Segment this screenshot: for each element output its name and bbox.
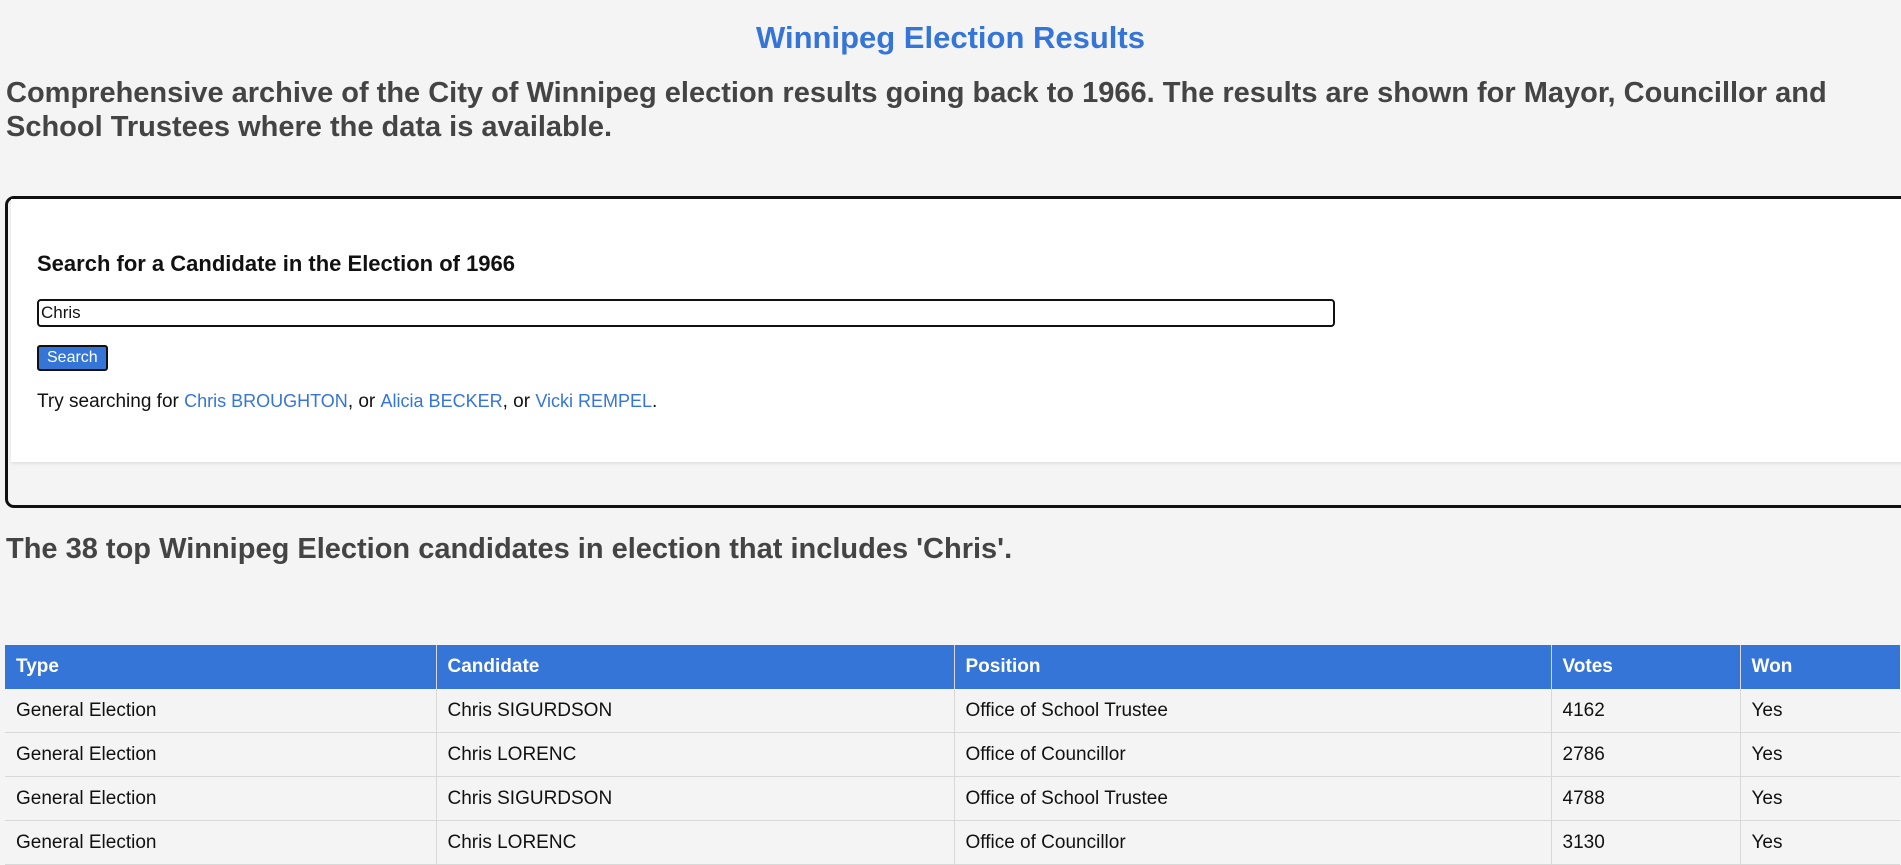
table-row: General Election Chris LORENC Office of …: [5, 820, 1900, 865]
cell-candidate: Chris LORENC: [436, 732, 955, 777]
cell-won: Yes: [1740, 820, 1900, 865]
table-row: General Election Chris SIGURDSON Office …: [5, 689, 1900, 733]
cell-votes: 4788: [1551, 776, 1741, 821]
cell-candidate: Chris SIGURDSON: [436, 776, 955, 821]
cell-type: General Election: [5, 820, 437, 865]
suggestion-link-becker[interactable]: Alicia BECKER: [381, 391, 503, 411]
search-suggestions: Try searching for Chris BROUGHTON, or Al…: [37, 391, 657, 413]
cell-votes: 2786: [1551, 732, 1741, 777]
cell-won: Yes: [1740, 776, 1900, 821]
cell-type: General Election: [5, 732, 437, 777]
table-row: General Election Chris LORENC Office of …: [5, 732, 1900, 777]
cell-candidate: Chris SIGURDSON: [436, 689, 955, 733]
cell-votes: 4162: [1551, 689, 1741, 733]
search-panel: Search for a Candidate in the Election o…: [5, 196, 1901, 508]
cell-won: Yes: [1740, 689, 1900, 733]
cell-position: Office of School Trustee: [954, 689, 1552, 733]
search-card: Search for a Candidate in the Election o…: [11, 199, 1901, 462]
table-row: General Election Chris SIGURDSON Office …: [5, 776, 1900, 821]
suggestion-separator: , or: [347, 391, 376, 412]
results-table: Type Candidate Position Votes Won Genera…: [5, 645, 1900, 865]
suggestion-link-broughton[interactable]: Chris BROUGHTON: [184, 391, 348, 411]
cell-type: General Election: [5, 776, 437, 821]
search-heading: Search for a Candidate in the Election o…: [37, 251, 516, 276]
column-header-position: Position: [954, 645, 1552, 689]
cell-votes: 3130: [1551, 820, 1741, 865]
results-heading: The 38 top Winnipeg Election candidates …: [6, 533, 1013, 565]
column-header-type: Type: [5, 645, 437, 689]
table-header-row: Type Candidate Position Votes Won: [5, 645, 1900, 689]
suggestion-prefix: Try searching for: [37, 391, 179, 412]
suggestion-suffix: .: [652, 391, 658, 412]
column-header-votes: Votes: [1551, 645, 1741, 689]
search-button[interactable]: Search: [37, 345, 108, 371]
intro-text: Comprehensive archive of the City of Win…: [6, 77, 1827, 143]
cell-type: General Election: [5, 689, 437, 733]
cell-position: Office of School Trustee: [954, 776, 1552, 821]
page-title: Winnipeg Election Results: [756, 20, 1145, 55]
column-header-candidate: Candidate: [436, 645, 955, 689]
column-header-won: Won: [1740, 645, 1900, 689]
cell-position: Office of Councillor: [954, 820, 1552, 865]
cell-won: Yes: [1740, 732, 1900, 777]
cell-position: Office of Councillor: [954, 732, 1552, 777]
cell-candidate: Chris LORENC: [436, 820, 955, 865]
search-input[interactable]: [37, 299, 1335, 327]
suggestion-link-rempel[interactable]: Vicki REMPEL: [535, 391, 652, 411]
suggestion-separator: , or: [502, 391, 531, 412]
